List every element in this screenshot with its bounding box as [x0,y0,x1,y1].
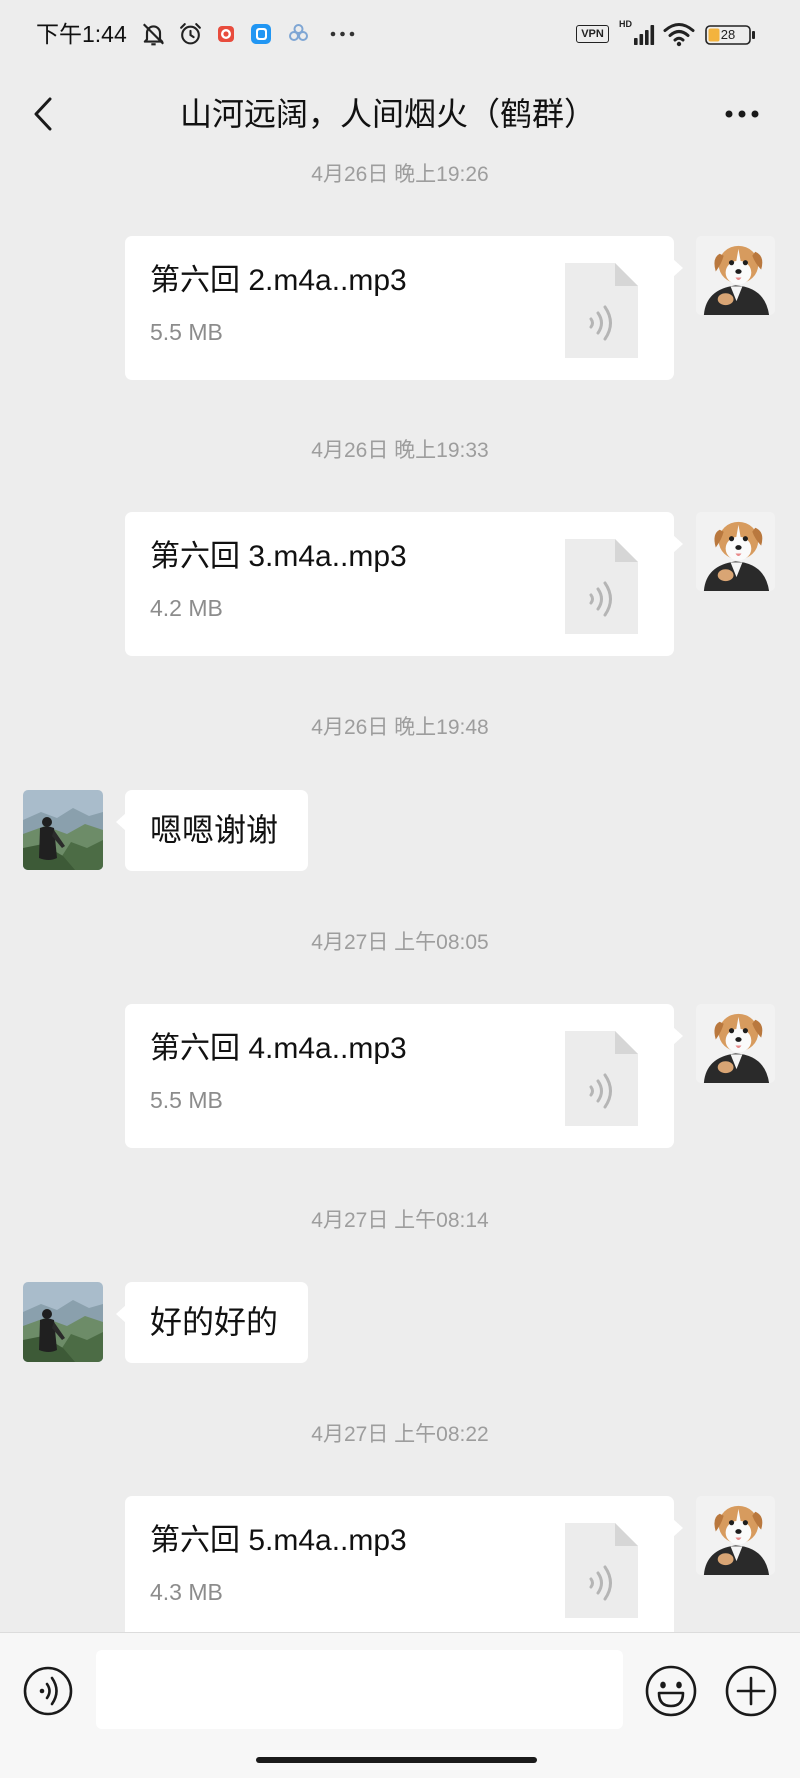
plus-icon [725,1665,777,1717]
message-timestamp: 4月27日 上午08:22 [311,1423,489,1446]
file-size: 4.3 MB [150,1579,223,1605]
file-name: 第六回 2.m4a..mp3 [150,264,407,297]
chevron-left-icon [34,97,52,131]
file-name: 第六回 5.m4a..mp3 [150,1524,407,1557]
vpn-indicator: VPN [576,25,609,43]
message-text: 嗯嗯谢谢 [150,812,279,848]
message-timestamp: 4月26日 晚上19:48 [311,716,489,739]
screen-record-icon [218,26,234,42]
chat-title: 山河远阔，人间烟火（鹤群） [179,96,596,132]
person-on-mountain-avatar[interactable] [23,790,103,870]
wifi-icon [663,23,695,47]
message-input[interactable] [96,1650,623,1729]
audio-file-icon [565,1523,638,1618]
person-on-mountain-avatar[interactable] [23,1282,103,1362]
message-timestamp: 4月27日 上午08:14 [311,1209,489,1232]
dog-in-suit-avatar[interactable] [696,1004,775,1083]
file-message[interactable]: 第六回 5.m4a..mp3 4.3 MB [125,1496,683,1640]
file-size: 5.5 MB [150,319,223,345]
dog-in-suit-avatar[interactable] [696,1496,775,1575]
home-indicator[interactable] [256,1757,537,1763]
text-message[interactable]: 嗯嗯谢谢 [116,790,308,871]
message-text: 好的好的 [150,1304,279,1340]
file-name: 第六回 4.m4a..mp3 [150,1032,407,1065]
chat-menu-button[interactable] [718,100,766,128]
battery-level: 28 [720,27,736,42]
file-message[interactable]: 第六回 3.m4a..mp3 4.2 MB [125,512,683,656]
message-timestamp: 4月26日 晚上19:26 [311,163,489,186]
voice-icon [23,1666,73,1716]
voice-button[interactable] [22,1665,74,1717]
emoji-button[interactable] [644,1664,698,1718]
audio-file-icon [565,539,638,634]
text-message[interactable]: 好的好的 [116,1282,308,1363]
status-time: 下午1:44 [36,21,127,47]
plus-button[interactable] [724,1664,778,1718]
message-timestamp: 4月27日 上午08:05 [311,931,489,954]
app-icon [289,24,308,41]
more-icon [725,110,759,118]
dog-in-suit-avatar[interactable] [696,236,775,315]
back-button[interactable] [26,92,60,136]
signal-icon [634,25,655,45]
file-size: 5.5 MB [150,1087,223,1113]
more-notifications-icon [330,31,355,37]
file-message[interactable]: 第六回 4.m4a..mp3 5.5 MB [125,1004,683,1148]
battery-indicator: 28 [705,25,757,45]
input-bar [0,1632,800,1778]
file-message[interactable]: 第六回 2.m4a..mp3 5.5 MB [125,236,683,380]
bell-off-icon [142,23,165,46]
file-name: 第六回 3.m4a..mp3 [150,540,407,573]
message-timestamp: 4月26日 晚上19:33 [311,439,489,462]
alarm-icon [180,23,201,45]
dog-in-suit-avatar[interactable] [696,512,775,591]
emoji-icon [645,1665,697,1717]
audio-file-icon [565,1031,638,1126]
file-size: 4.2 MB [150,595,223,621]
app-icon [251,24,271,44]
audio-file-icon [565,263,638,358]
